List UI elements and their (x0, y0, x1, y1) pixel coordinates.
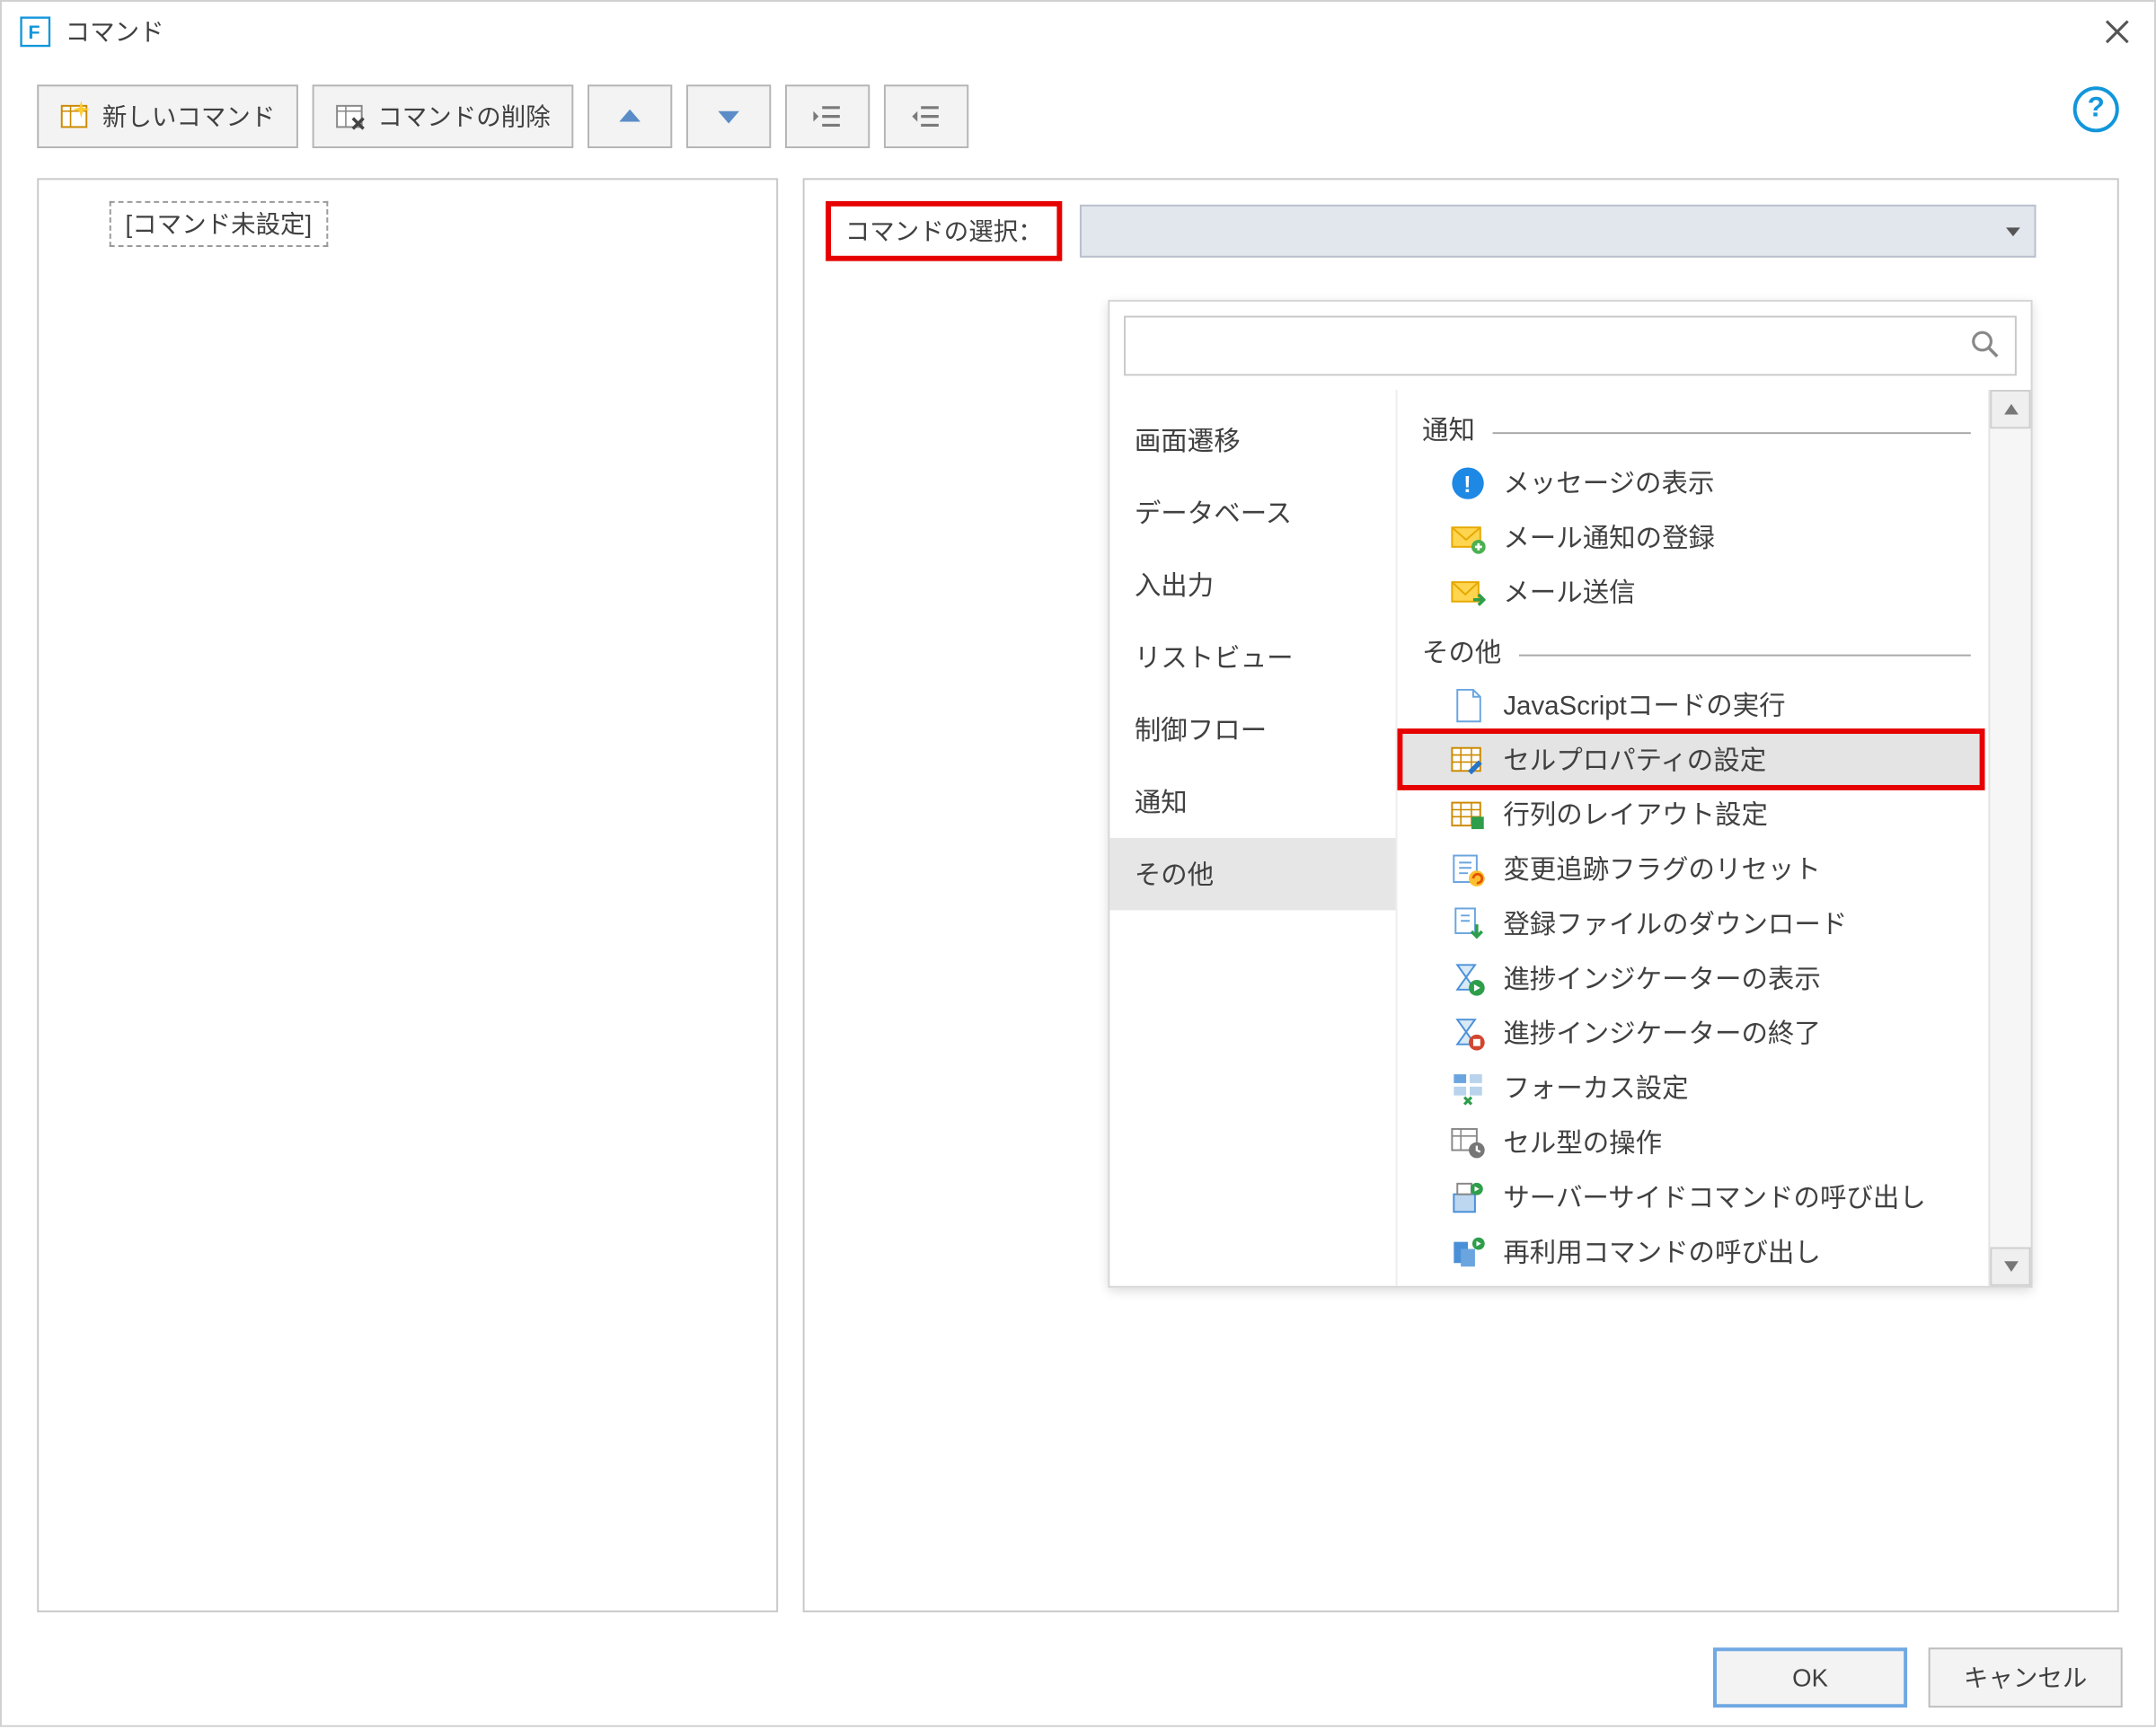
category-listview[interactable]: リストビュー (1109, 621, 1395, 693)
scroll-up-button[interactable] (1990, 390, 2030, 428)
category-other[interactable]: その他 (1109, 838, 1395, 911)
cmd-focus[interactable]: フォーカス設定 (1401, 1060, 1988, 1115)
group-header-other: その他 (1401, 619, 1988, 677)
cmd-send-mail[interactable]: メール送信 (1401, 564, 1988, 619)
group-header-notification: 通知 (1401, 397, 1988, 455)
reuse-call-icon (1450, 1234, 1485, 1269)
focus-icon (1450, 1070, 1485, 1105)
command-list-panel: [コマンド未設定] (37, 178, 778, 1612)
category-notification[interactable]: 通知 (1109, 765, 1395, 838)
delete-command-label: コマンドの削除 (377, 99, 550, 134)
category-control-flow[interactable]: 制御フロー (1109, 693, 1395, 766)
command-picker-popup: 画面遷移 データベース 入出力 リストビュー 制御フロー 通知 その他 通知 !… (1108, 300, 2032, 1288)
cmd-reset-change-flag[interactable]: 変更追跡フラグのリセット (1401, 842, 1988, 896)
flag-reset-icon (1450, 851, 1485, 887)
move-up-button[interactable] (588, 84, 672, 148)
scroll-down-button[interactable] (1990, 1248, 2030, 1286)
select-row: コマンドの選択： (826, 201, 2096, 261)
new-command-label: 新しいコマンド (102, 99, 275, 134)
category-database[interactable]: データベース (1109, 476, 1395, 549)
mail-add-icon (1450, 519, 1485, 554)
toolbar: 新しいコマンド コマンドの削除 (2, 79, 2154, 153)
cmd-show-message[interactable]: !メッセージの表示 (1401, 455, 1988, 510)
app-icon: F (20, 16, 51, 48)
js-file-icon (1450, 687, 1485, 722)
cancel-button[interactable]: キャンセル (1929, 1647, 2123, 1707)
mail-send-icon (1450, 574, 1485, 609)
cmd-end-progress[interactable]: 進捗インジケーターの終了 (1401, 1005, 1988, 1060)
hourglass-stop-icon (1450, 1015, 1485, 1050)
outdent-button[interactable] (785, 84, 870, 148)
cell-property-icon (1450, 742, 1485, 777)
command-detail-panel: コマンドの選択： 画面遷移 データベース 入出力 (803, 178, 2119, 1612)
select-command-label: コマンドの選択： (826, 201, 1062, 261)
dialog-footer: OK キャンセル (2, 1630, 2154, 1725)
hourglass-play-icon (1450, 960, 1485, 995)
dialog-window: F コマンド 新しいコマンド コマンドの削除 ? [コマンド未 (0, 0, 2156, 1727)
help-icon: ? (2088, 93, 2105, 125)
scroll-track[interactable] (1990, 428, 2030, 1247)
svg-text:!: ! (1463, 472, 1471, 497)
move-down-button[interactable] (686, 84, 771, 148)
cmd-set-cell-property[interactable]: セルプロパティの設定 (1401, 732, 1981, 787)
window-title: コマンド (66, 14, 164, 49)
close-button[interactable] (2098, 13, 2136, 51)
dialog-body: [コマンド未設定] コマンドの選択： 画面遷移 (2, 154, 2154, 1630)
cmd-show-progress[interactable]: 進捗インジケーターの表示 (1401, 951, 1988, 1006)
cmd-cell-type[interactable]: セル型の操作 (1401, 1115, 1988, 1169)
download-icon (1450, 906, 1485, 941)
search-icon (1969, 327, 2001, 364)
cmd-register-mail[interactable]: メール通知の登録 (1401, 510, 1988, 565)
command-placeholder[interactable]: [コマンド未設定] (110, 201, 328, 247)
cmd-run-js[interactable]: JavaScriptコードの実行 (1401, 677, 1988, 732)
help-button[interactable]: ? (2073, 86, 2119, 132)
title-bar: F コマンド (2, 2, 2154, 62)
info-icon: ! (1450, 465, 1485, 500)
ok-button[interactable]: OK (1713, 1647, 1907, 1707)
category-io[interactable]: 入出力 (1109, 549, 1395, 622)
celltype-icon (1450, 1125, 1485, 1160)
cmd-row-col-layout[interactable]: 行列のレイアウト設定 (1401, 787, 1988, 842)
cmd-call-reuse[interactable]: 再利用コマンドの呼び出し (1401, 1224, 1988, 1279)
svg-text:F: F (28, 21, 40, 43)
search-input-wrap (1124, 316, 2017, 376)
command-picker-list: 通知 !メッセージの表示 メール通知の登録 メール送信 その他 JavaScri… (1396, 390, 2031, 1286)
category-list: 画面遷移 データベース 入出力 リストビュー 制御フロー 通知 その他 (1109, 390, 1395, 1286)
cmd-call-server[interactable]: サーバーサイドコマンドの呼び出し (1401, 1169, 1988, 1224)
scrollbar[interactable] (1988, 390, 2030, 1286)
server-call-icon (1450, 1179, 1485, 1214)
new-command-button[interactable]: 新しいコマンド (37, 84, 298, 148)
search-input[interactable] (1140, 330, 1969, 361)
layout-icon (1450, 797, 1485, 832)
indent-button[interactable] (884, 84, 968, 148)
command-select-dropdown[interactable] (1080, 205, 2036, 258)
category-screen-transition[interactable]: 画面遷移 (1109, 404, 1395, 477)
cmd-download-file[interactable]: 登録ファイルのダウンロード (1401, 896, 1988, 951)
delete-command-button[interactable]: コマンドの削除 (313, 84, 574, 148)
